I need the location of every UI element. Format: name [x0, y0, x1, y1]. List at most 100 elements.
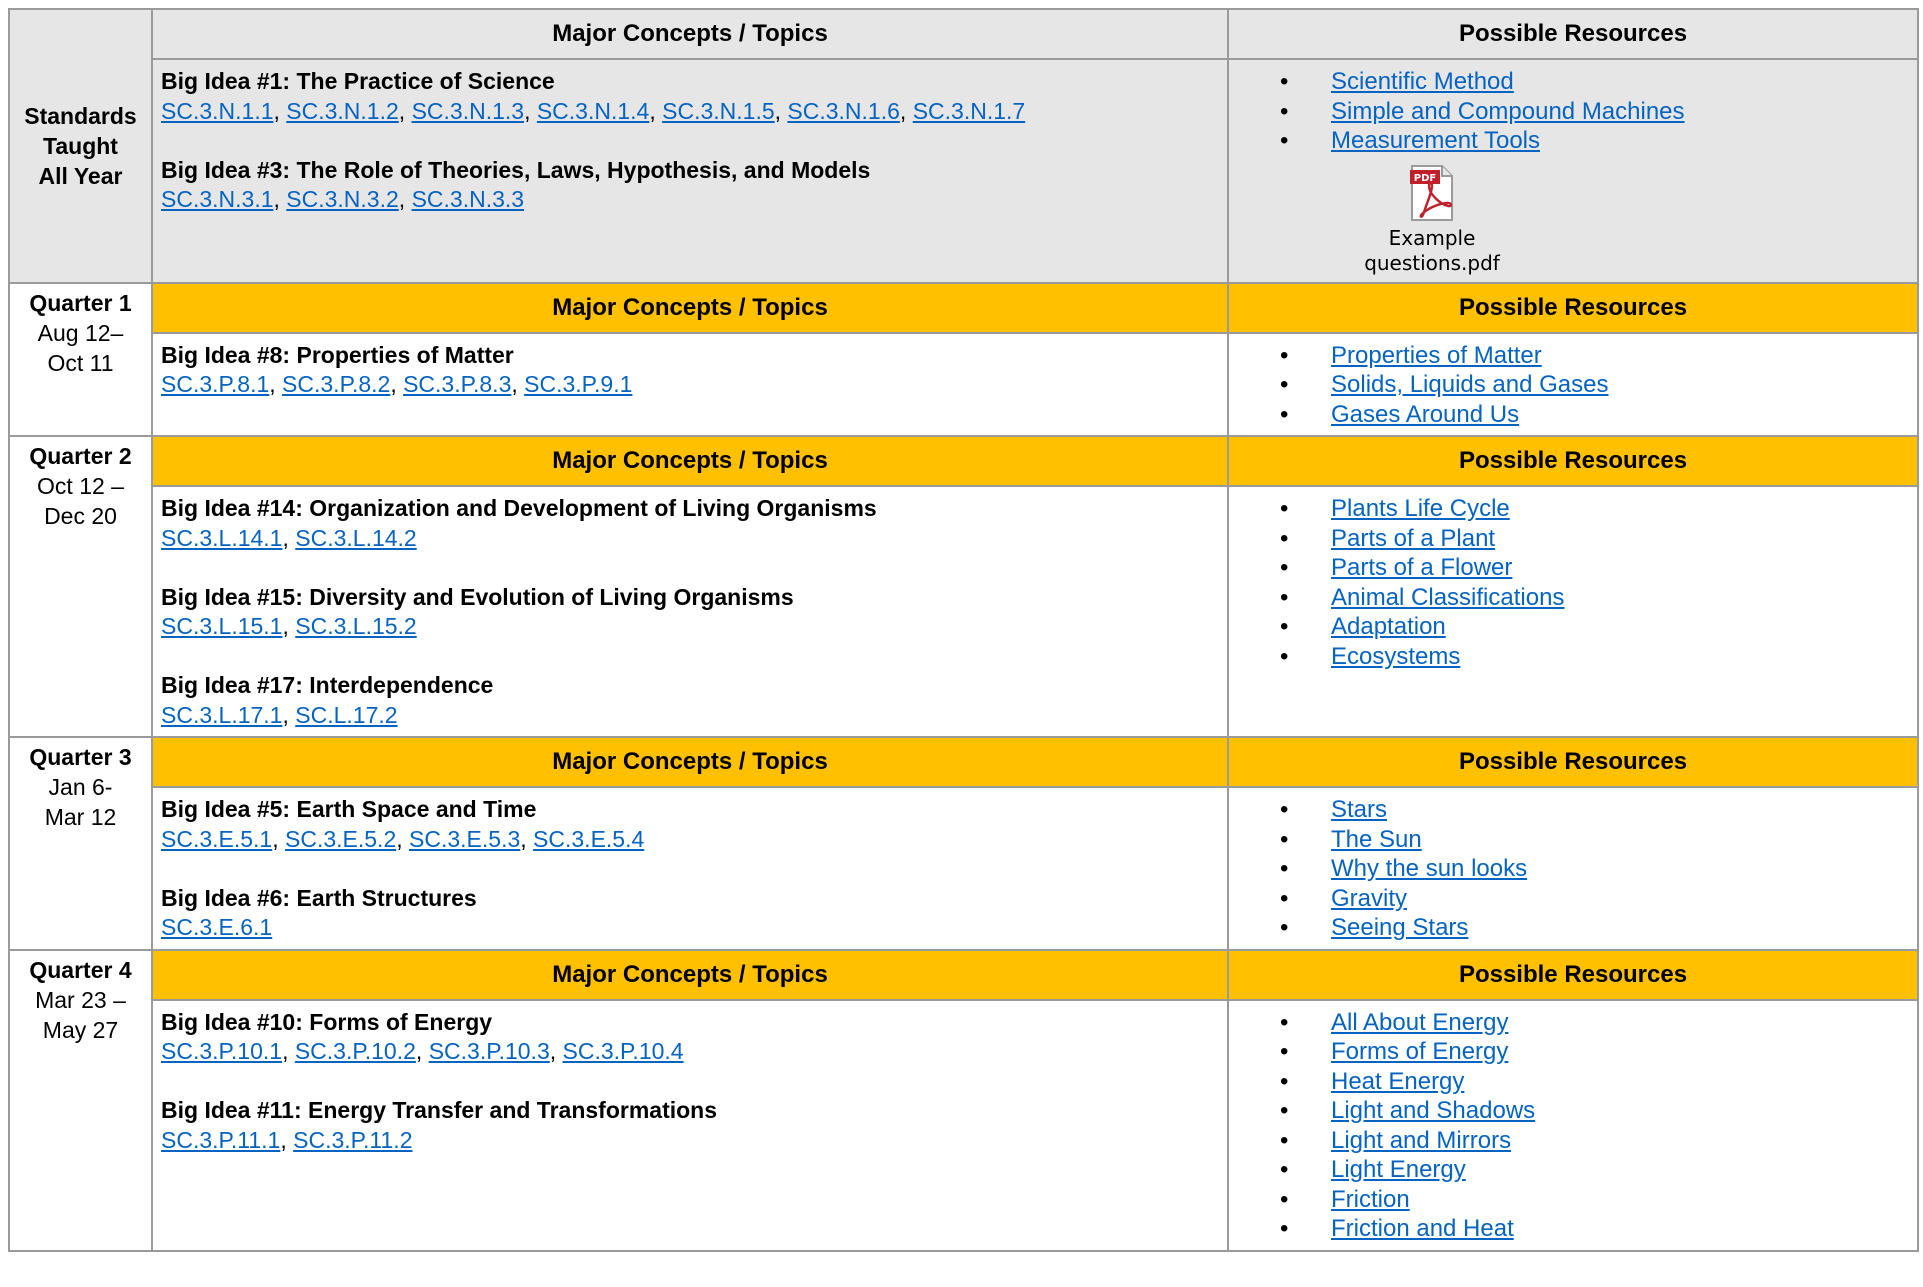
standard-link[interactable]: SC.3.L.17.1: [161, 702, 282, 728]
quarter-label-cell: Quarter 1 Aug 12– Oct 11: [8, 281, 153, 437]
standard-link[interactable]: SC.3.N.1.7: [913, 98, 1026, 124]
standard-link[interactable]: SC.3.P.8.2: [282, 371, 390, 397]
curriculum-table: Standards Taught All Year Major Concepts…: [8, 8, 1919, 1252]
quarter-label-cell: Quarter 2 Oct 12 – Dec 20: [8, 435, 153, 738]
standard-link[interactable]: SC.3.P.8.3: [403, 371, 511, 397]
quarter-topics-cell: Big Idea #8: Properties of Matter SC.3.P.…: [151, 331, 1229, 437]
standard-link[interactable]: SC.3.N.1.4: [537, 98, 650, 124]
resource-item: • Parts of a Flower: [1229, 553, 1909, 583]
standard-separator: ,: [280, 1126, 294, 1153]
resource-link[interactable]: Light and Shadows: [1331, 1097, 1535, 1124]
resource-link[interactable]: Solids, Liquids and Gases: [1331, 371, 1609, 398]
quarter-content-row: Big Idea #5: Earth Space and Time SC.3.E.…: [9, 786, 1919, 951]
standard-link[interactable]: SC.3.N.1.6: [787, 98, 900, 124]
resource-link[interactable]: Heat Energy: [1331, 1068, 1464, 1095]
resource-link[interactable]: Gases Around Us: [1331, 401, 1519, 428]
topics-header: Major Concepts / Topics: [151, 948, 1229, 1001]
standard-link[interactable]: SC.3.N.1.2: [286, 98, 399, 124]
all-year-resources-cell: • Scientific Method • Simple and Compound M…: [1227, 58, 1919, 284]
pdf-attachment[interactable]: PDF Example questions.pdf: [1357, 164, 1507, 276]
resource-link[interactable]: Seeing Stars: [1331, 914, 1468, 941]
standard-link[interactable]: SC.3.E.6.1: [161, 914, 272, 940]
resource-link[interactable]: The Sun: [1331, 826, 1422, 853]
standard-link[interactable]: SC.3.P.10.4: [563, 1038, 684, 1064]
standard-link[interactable]: SC.3.L.15.2: [295, 613, 416, 639]
resource-link[interactable]: Friction: [1331, 1186, 1410, 1213]
standard-link[interactable]: SC.3.L.14.1: [161, 525, 282, 551]
standard-link[interactable]: SC.3.E.5.4: [533, 826, 644, 852]
resource-link[interactable]: Plants Life Cycle: [1331, 495, 1510, 522]
standard-separator: ,: [282, 701, 296, 728]
quarter-content-row: Big Idea #8: Properties of Matter SC.3.P.…: [9, 331, 1919, 437]
quarter-header-row: Quarter 2 Oct 12 – Dec 20 Major Concepts / …: [8, 435, 1919, 738]
resource-link[interactable]: Ecosystems: [1331, 643, 1460, 670]
bullet-icon: •: [1280, 1185, 1289, 1213]
standard-link[interactable]: SC.3.P.9.1: [524, 371, 632, 397]
resource-link[interactable]: Why the sun looks: [1331, 855, 1527, 882]
resource-link[interactable]: Parts of a Flower: [1331, 554, 1512, 581]
standard-link[interactable]: SC.3.E.5.1: [161, 826, 272, 852]
quarter-title: Quarter 4: [29, 956, 132, 983]
resource-item: • Parts of a Plant: [1229, 524, 1909, 554]
resource-item: • Seeing Stars: [1229, 913, 1909, 943]
standard-link[interactable]: SC.3.L.15.1: [161, 613, 282, 639]
standard-separator: ,: [549, 1038, 563, 1064]
resource-link[interactable]: Light Energy: [1331, 1156, 1466, 1183]
standard-link[interactable]: SC.3.E.5.3: [409, 826, 520, 852]
topics-header: Major Concepts / Topics: [151, 435, 1229, 487]
bullet-icon: •: [1280, 1008, 1289, 1036]
resource-link[interactable]: Stars: [1331, 796, 1387, 823]
resource-link[interactable]: Measurement Tools: [1331, 127, 1540, 154]
resource-link[interactable]: Scientific Method: [1331, 68, 1514, 95]
quarter-header-row: Quarter 1 Aug 12– Oct 11 Major Concepts / T…: [8, 281, 1919, 437]
resource-link[interactable]: Forms of Energy: [1331, 1038, 1508, 1065]
standard-link[interactable]: SC.3.P.8.1: [161, 371, 269, 397]
standards-list: SC.3.P.10.1, SC.3.P.10.2, SC.3.P.10.3, S…: [161, 1037, 1219, 1067]
standard-link[interactable]: SC.3.P.11.2: [293, 1127, 412, 1153]
standard-link[interactable]: SC.3.N.1.1: [161, 98, 274, 124]
standard-link[interactable]: SC.L.17.2: [295, 702, 397, 728]
standard-link[interactable]: SC.3.N.1.3: [412, 98, 525, 124]
standard-separator: ,: [398, 186, 412, 212]
quarter-topics-cell: Big Idea #5: Earth Space and Time SC.3.E.…: [151, 786, 1229, 951]
big-idea-title: Big Idea #6: Earth Structures: [161, 884, 477, 911]
quarter-resources-cell: • Plants Life Cycle • Parts of a Plant • Part…: [1227, 485, 1919, 738]
bullet-icon: •: [1280, 1067, 1289, 1095]
quarter-label-cell: Quarter 3 Jan 6- Mar 12: [8, 736, 153, 951]
all-year-header-row: Standards Taught All Year Major Concepts…: [8, 8, 1919, 284]
bullet-icon: •: [1280, 1215, 1289, 1242]
topics-header: Major Concepts / Topics: [151, 736, 1229, 788]
standard-link[interactable]: SC.3.N.3.3: [412, 186, 525, 212]
standard-link[interactable]: SC.3.N.3.2: [286, 186, 399, 212]
standard-link[interactable]: SC.3.P.10.1: [161, 1038, 282, 1064]
standard-separator: ,: [520, 825, 534, 852]
resource-link[interactable]: Friction and Heat: [1331, 1215, 1514, 1242]
resource-link[interactable]: Simple and Compound Machines: [1331, 98, 1685, 125]
resource-item: • Light and Mirrors: [1229, 1126, 1909, 1156]
resources-header: Possible Resources: [1227, 948, 1919, 1001]
resource-link[interactable]: Properties of Matter: [1331, 342, 1542, 369]
standard-link[interactable]: SC.3.L.14.2: [295, 525, 416, 551]
resource-link[interactable]: Gravity: [1331, 885, 1407, 912]
standard-separator: ,: [282, 1038, 295, 1064]
resource-item: • Ecosystems: [1229, 642, 1909, 672]
standard-link[interactable]: SC.3.P.10.2: [295, 1038, 416, 1064]
resource-link[interactable]: All About Energy: [1331, 1009, 1508, 1036]
all-year-topics-cell: Big Idea #1: The Practice of Science SC.…: [151, 58, 1229, 284]
standard-link[interactable]: SC.3.N.1.5: [662, 98, 775, 124]
quarter-title: Quarter 1: [29, 289, 132, 316]
bullet-icon: •: [1280, 371, 1289, 398]
standard-link[interactable]: SC.3.N.3.1: [161, 186, 274, 212]
resource-link[interactable]: Light and Mirrors: [1331, 1127, 1511, 1154]
standard-link[interactable]: SC.3.E.5.2: [285, 826, 396, 852]
big-idea-title: Big Idea #10: Forms of Energy: [161, 1008, 493, 1035]
resource-link[interactable]: Animal Classifications: [1331, 584, 1564, 611]
resource-item: • The Sun: [1229, 825, 1909, 855]
standard-separator: ,: [269, 371, 283, 397]
resource-link[interactable]: Adaptation: [1331, 613, 1446, 640]
resource-item: • Light and Shadows: [1229, 1096, 1909, 1126]
standard-link[interactable]: SC.3.P.11.1: [161, 1127, 280, 1153]
resource-link[interactable]: Parts of a Plant: [1331, 525, 1495, 552]
standard-link[interactable]: SC.3.P.10.3: [429, 1038, 550, 1064]
